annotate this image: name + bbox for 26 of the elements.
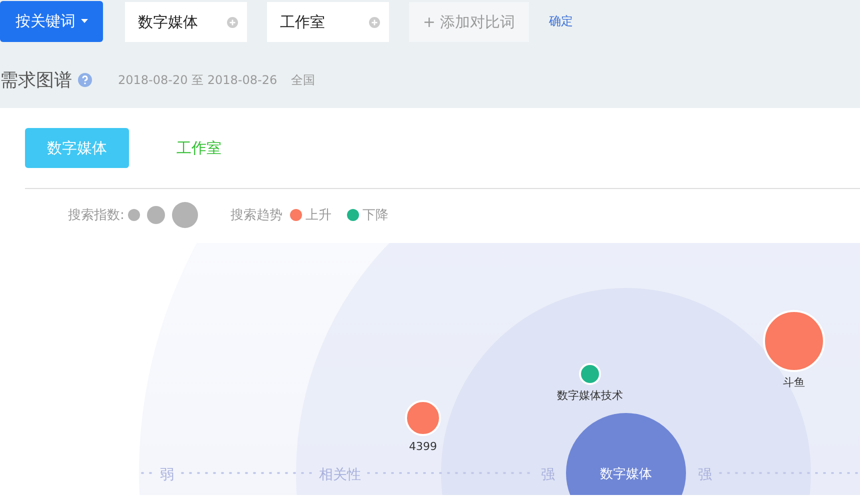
keyword-mode-dropdown[interactable]: 按关键词 [0,0,103,42]
axis-label: 相关性 [319,467,361,483]
keyword-field[interactable]: 工作室 [267,2,389,42]
date-range: 2018-08-20 至 2018-08-26 [118,72,278,88]
add-circle-icon[interactable] [227,17,238,28]
legend-label: 上升 [305,207,332,224]
bubble-label: 数字媒体技术 [557,389,623,402]
axis-label: 弱 [160,467,174,483]
legend-label: 下降 [362,207,388,224]
keyword-field[interactable]: 数字媒体 [125,2,247,42]
related-bubble[interactable] [763,310,825,372]
keyword-tab[interactable]: 工作室 [147,128,251,168]
add-compare-button[interactable]: + 添加对比词 [409,2,529,42]
legend-label: 搜索指数: [68,207,124,224]
legend-label: 搜索趋势 [230,207,282,224]
size-scale-icon [128,202,198,228]
related-bubble[interactable] [405,400,441,436]
region-label: 全国 [291,72,316,88]
bubble-label: 数字媒体 [600,467,652,482]
confirm-link[interactable]: 确定 [549,12,573,30]
bubble-label: 4399 [409,440,437,453]
bubble-label: 斗鱼 [783,376,805,389]
section-title: 需求图谱 [0,69,72,92]
caret-icon [80,19,88,23]
help-icon[interactable] [78,73,92,87]
add-circle-icon[interactable] [369,17,380,28]
